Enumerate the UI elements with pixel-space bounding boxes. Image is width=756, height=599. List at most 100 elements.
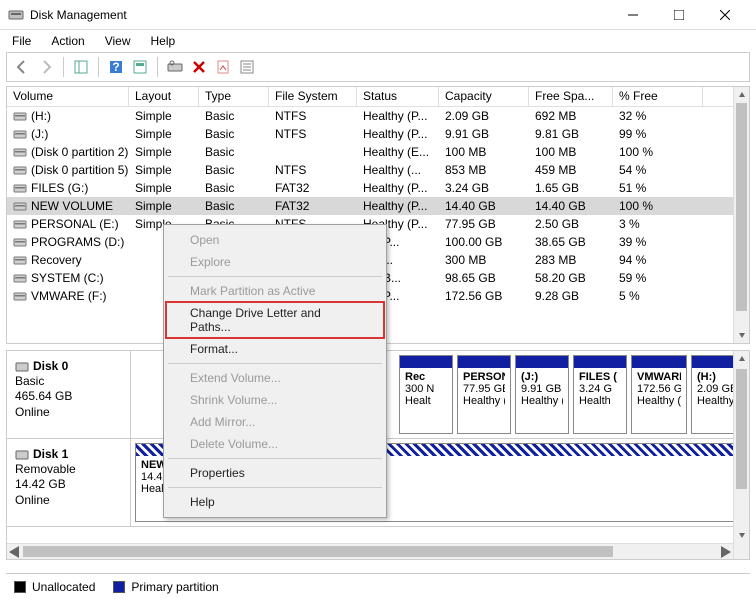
window-title: Disk Management <box>30 8 610 22</box>
partition-name: Rec <box>405 371 447 383</box>
cell-free: 38.65 GB <box>529 235 613 249</box>
context-menu-item: Shrink Volume... <box>166 389 384 411</box>
partition[interactable]: FILES (3.24 GHealth <box>573 355 627 434</box>
cell-layout: Simple <box>129 127 199 141</box>
menu-separator <box>168 276 382 277</box>
disk-type: Removable <box>15 462 122 478</box>
cell-status: Healthy (P... <box>357 109 439 123</box>
partition[interactable]: (J:)9.91 GB NHealthy ( <box>515 355 569 434</box>
volume-row[interactable]: FILES (G:)SimpleBasicFAT32Healthy (P...3… <box>7 179 749 197</box>
cell-capacity: 100 MB <box>439 145 529 159</box>
cell-capacity: 100.00 GB <box>439 235 529 249</box>
disk-size: 14.42 GB <box>15 477 122 493</box>
minimize-button[interactable] <box>610 0 656 30</box>
volume-name: (Disk 0 partition 5) <box>31 163 128 177</box>
cell-fs: FAT32 <box>269 199 357 213</box>
col-layout[interactable]: Layout <box>129 87 199 106</box>
cell-pct: 99 % <box>613 127 703 141</box>
help-button[interactable]: ? <box>105 56 127 78</box>
cell-status: Healthy (P... <box>357 181 439 195</box>
context-menu-item[interactable]: Properties <box>166 462 384 484</box>
col-freespace[interactable]: Free Spa... <box>529 87 613 106</box>
cell-free: 283 MB <box>529 253 613 267</box>
volume-name: VMWARE (F:) <box>31 289 107 303</box>
volume-row[interactable]: (H:)SimpleBasicNTFSHealthy (P...2.09 GB6… <box>7 107 749 125</box>
forward-button[interactable] <box>35 56 57 78</box>
cell-capacity: 3.24 GB <box>439 181 529 195</box>
drive-icon <box>13 271 27 285</box>
volume-row[interactable]: NEW VOLUMESimpleBasicFAT32Healthy (P...1… <box>7 197 749 215</box>
cell-capacity: 853 MB <box>439 163 529 177</box>
context-menu-item[interactable]: Help <box>166 491 384 513</box>
cell-free: 100 MB <box>529 145 613 159</box>
partition[interactable]: Rec300 NHealt <box>399 355 453 434</box>
back-button[interactable] <box>11 56 33 78</box>
cell-type: Basic <box>199 145 269 159</box>
drive-icon <box>13 235 27 249</box>
menu-file[interactable]: File <box>2 32 41 50</box>
legend: Unallocated Primary partition <box>6 573 750 599</box>
legend-unallocated: Unallocated <box>32 580 95 594</box>
legend-swatch-primary <box>113 581 125 593</box>
col-capacity[interactable]: Capacity <box>439 87 529 106</box>
cell-free: 14.40 GB <box>529 199 613 213</box>
col-filesystem[interactable]: File System <box>269 87 357 106</box>
col-status[interactable]: Status <box>357 87 439 106</box>
partition[interactable]: VMWARE (F172.56 GB NTHealthy (Prin <box>631 355 687 434</box>
cell-status: Healthy (... <box>357 163 439 177</box>
cell-status: Healthy (P... <box>357 199 439 213</box>
col-pctfree[interactable]: % Free <box>613 87 703 106</box>
show-hide-console-tree-button[interactable] <box>70 56 92 78</box>
graph-scrollbar-v[interactable] <box>733 351 749 559</box>
disk-name: Disk 0 <box>33 359 68 373</box>
menu-separator <box>168 487 382 488</box>
cell-type: Basic <box>199 127 269 141</box>
cell-capacity: 172.56 GB <box>439 289 529 303</box>
volume-name: Recovery <box>31 253 82 267</box>
drive-icon <box>13 163 27 177</box>
volume-row[interactable]: (Disk 0 partition 2)SimpleBasicHealthy (… <box>7 143 749 161</box>
col-volume[interactable]: Volume <box>7 87 129 106</box>
list-scrollbar[interactable] <box>733 87 749 343</box>
menu-action[interactable]: Action <box>41 32 94 50</box>
partition-status: Healthy (Prin <box>637 395 681 407</box>
cell-capacity: 9.91 GB <box>439 127 529 141</box>
disk-status: Online <box>15 493 122 509</box>
context-menu-item: Mark Partition as Active <box>166 280 384 302</box>
list-icon[interactable] <box>236 56 258 78</box>
drive-icon <box>13 127 27 141</box>
volume-name: (J:) <box>31 127 48 141</box>
context-menu-item: Add Mirror... <box>166 411 384 433</box>
context-menu-item[interactable]: Change Drive Letter and Paths... <box>166 302 384 338</box>
menu-separator <box>168 458 382 459</box>
context-menu-item[interactable]: Format... <box>166 338 384 360</box>
disk-label[interactable]: Disk 0Basic465.64 GBOnline <box>7 351 131 438</box>
cell-status: Healthy (E... <box>357 145 439 159</box>
settings-button[interactable] <box>164 56 186 78</box>
maximize-button[interactable] <box>656 0 702 30</box>
refresh-button[interactable] <box>129 56 151 78</box>
cell-capacity: 300 MB <box>439 253 529 267</box>
volume-name: SYSTEM (C:) <box>31 271 104 285</box>
menu-help[interactable]: Help <box>141 32 186 50</box>
cell-status: Healthy (P... <box>357 127 439 141</box>
volume-row[interactable]: (Disk 0 partition 5)SimpleBasicNTFSHealt… <box>7 161 749 179</box>
volume-row[interactable]: (J:)SimpleBasicNTFSHealthy (P...9.91 GB9… <box>7 125 749 143</box>
partition-size: 172.56 GB NT <box>637 383 681 395</box>
cell-pct: 54 % <box>613 163 703 177</box>
cell-pct: 51 % <box>613 181 703 195</box>
graph-scrollbar-h[interactable] <box>7 543 733 559</box>
cell-free: 9.28 GB <box>529 289 613 303</box>
drive-icon <box>13 109 27 123</box>
cell-pct: 59 % <box>613 271 703 285</box>
delete-icon[interactable] <box>188 56 210 78</box>
disk-label[interactable]: Disk 1Removable14.42 GBOnline <box>7 439 131 526</box>
cell-free: 1.65 GB <box>529 181 613 195</box>
close-button[interactable] <box>702 0 748 30</box>
col-type[interactable]: Type <box>199 87 269 106</box>
partition[interactable]: PERSONAL77.95 GB NTHealthy (Pri <box>457 355 511 434</box>
cell-layout: Simple <box>129 199 199 213</box>
cell-pct: 100 % <box>613 145 703 159</box>
properties-icon[interactable] <box>212 56 234 78</box>
menu-view[interactable]: View <box>95 32 141 50</box>
